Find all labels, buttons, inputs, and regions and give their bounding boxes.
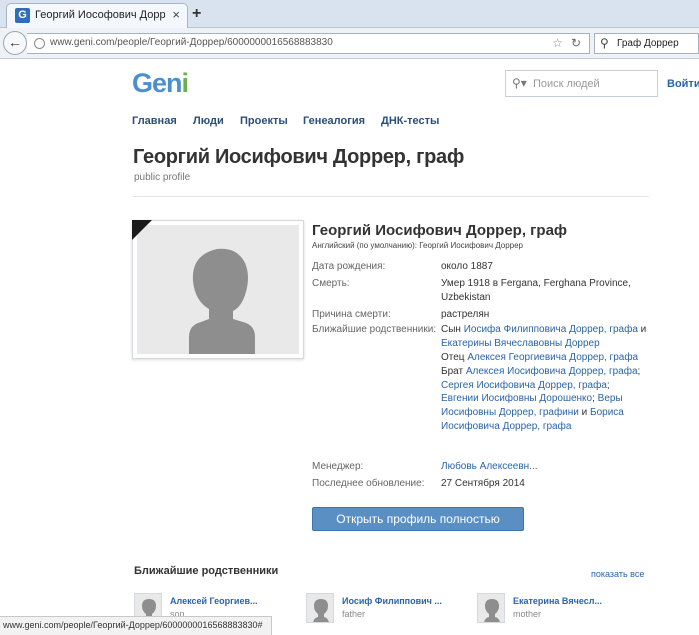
page-title: Георгий Иосифович Доррер, граф: [133, 146, 465, 168]
site-search-input[interactable]: ⚲▾ Поиск людей: [505, 70, 658, 97]
son-link[interactable]: Алексея Георгиевича Доррер, графа: [467, 352, 638, 363]
nav-people[interactable]: Люди: [193, 115, 224, 127]
manager-label: Менеджер:: [312, 461, 364, 472]
text-brother-of: Брат: [441, 366, 466, 377]
silhouette-icon: [477, 593, 505, 623]
father-link[interactable]: Иосифа Филипповича Доррер, графа: [464, 324, 638, 335]
cause-label: Причина смерти:: [312, 309, 391, 320]
profile-name: Георгий Иосифович Доррер, граф: [312, 222, 568, 239]
relatives-line-3: Отец Алексея Георгиевича Доррер, графа: [441, 352, 638, 363]
status-bar-url: www.geni.com/people/Георгий-Доррер/60000…: [0, 616, 272, 635]
relatives-line-5: Сергея Иосифовича Доррер, графа;: [441, 380, 610, 391]
profile-photo[interactable]: [132, 220, 304, 359]
star-icon[interactable]: ☆: [552, 36, 563, 50]
text-separator: ;: [606, 380, 610, 391]
geni-favicon-icon: G: [15, 8, 30, 23]
relatives-line-7: Иосифовны Доррер, графини и Бориса: [441, 407, 624, 418]
browser-navbar: ← www.geni.com/people/Георгий-Доррер/600…: [0, 28, 699, 59]
birth-value: около 1887: [441, 261, 493, 272]
brother-link-boris-part2[interactable]: Иосифовича Доррер, графа: [441, 421, 571, 432]
relatives-line-4: Брат Алексея Иосифовича Доррер, графа;: [441, 366, 640, 377]
browser-search-field[interactable]: ⚲ Граф Доррер: [594, 33, 699, 54]
divider: [133, 196, 649, 197]
brother-link-boris-part1[interactable]: Бориса: [590, 407, 624, 418]
relatives-line-6: Евгении Иосифовны Дорошенко; Веры: [441, 393, 623, 404]
browser-tab-strip: G Георгий Иософович Доррер... × +: [0, 0, 699, 28]
nav-projects[interactable]: Проекты: [240, 115, 288, 127]
brother-link-sergey[interactable]: Сергея Иосифовича Доррер, графа: [441, 380, 607, 391]
relative-role: father: [342, 609, 366, 619]
relative-name[interactable]: Алексей Георгиев...: [170, 596, 258, 606]
relatives-line-8: Иосифовича Доррер, графа: [441, 421, 571, 432]
text-father-of: Отец: [441, 352, 468, 363]
silhouette-icon: [137, 225, 299, 354]
sister-link-evgenia[interactable]: Евгении Иосифовны Дорошенко: [441, 393, 592, 404]
brother-link-alexey[interactable]: Алексея Иосифовича Доррер, графа: [466, 366, 638, 377]
new-tab-icon[interactable]: +: [192, 5, 201, 23]
relative-role: mother: [513, 609, 542, 619]
birth-label: Дата рождения:: [312, 261, 386, 272]
relatives-line-2: Екатерины Вячеславовны Доррер: [441, 338, 600, 349]
relative-card[interactable]: Иосиф Филиппович ... father: [306, 593, 456, 623]
browser-tab[interactable]: G Георгий Иософович Доррер... ×: [6, 3, 188, 28]
text-son-of: Сын: [441, 324, 464, 335]
relative-card[interactable]: Екатерина Вячесл... mother: [477, 593, 627, 623]
reload-icon[interactable]: ↻: [571, 36, 581, 50]
relatives-line-1: Сын Иосифа Филипповича Доррер, графа и: [441, 324, 646, 335]
cause-value: растрелян: [441, 309, 490, 320]
death-label: Смерть:: [312, 278, 350, 289]
login-link[interactable]: Войти: [667, 78, 699, 90]
globe-icon: [34, 38, 45, 49]
mother-link[interactable]: Екатерины Вячеславовны Доррер: [441, 338, 600, 349]
logo-text-accent: i: [181, 68, 189, 98]
browser-search-value: Граф Доррер: [617, 38, 679, 49]
manager-link[interactable]: Любовь Алексеевн...: [441, 461, 538, 472]
search-icon: ⚲: [600, 36, 609, 50]
back-arrow-icon[interactable]: ←: [3, 31, 27, 55]
page-subtitle: public profile: [134, 172, 191, 183]
relative-name[interactable]: Екатерина Вячесл...: [513, 596, 602, 606]
updated-label: Последнее обновление:: [312, 478, 425, 489]
tab-title: Георгий Иософович Доррер...: [35, 9, 165, 21]
close-icon[interactable]: ×: [172, 7, 180, 22]
nav-home[interactable]: Главная: [132, 115, 177, 127]
text-separator: ;: [637, 366, 641, 377]
geni-logo[interactable]: Geni: [132, 68, 189, 99]
sister-link-vera-part2[interactable]: Иосифовны Доррер, графини: [441, 407, 579, 418]
open-full-profile-button[interactable]: Открыть профиль полностью: [312, 507, 524, 531]
text-and: и: [637, 324, 647, 335]
silhouette-icon: [306, 593, 334, 623]
mourning-ribbon-icon: [132, 220, 152, 240]
text-and: и: [578, 407, 591, 418]
relative-name[interactable]: Иосиф Филиппович ...: [342, 596, 442, 606]
death-value-line1: Умер 1918 в Fergana, Ferghana Province,: [441, 278, 631, 289]
nav-dna-tests[interactable]: ДНК-тесты: [381, 115, 439, 127]
sister-link-vera-part1[interactable]: Веры: [598, 393, 623, 404]
search-icon: ⚲▾: [512, 76, 527, 90]
logo-text-main: Gen: [132, 68, 183, 98]
address-bar[interactable]: www.geni.com/people/Георгий-Доррер/60000…: [27, 33, 590, 54]
death-value-line2: Uzbekistan: [441, 292, 491, 303]
relatives-section-title: Ближайшие родственники: [134, 565, 279, 577]
relatives-label: Ближайшие родственники:: [312, 324, 437, 335]
nav-genealogy[interactable]: Генеалогия: [303, 115, 365, 127]
url-text: www.geni.com/people/Георгий-Доррер/60000…: [50, 37, 333, 48]
show-all-link[interactable]: показать все: [591, 569, 644, 579]
updated-value: 27 Сентября 2014: [441, 478, 525, 489]
site-search-placeholder: Поиск людей: [533, 78, 600, 90]
profile-name-english: Английский (по умолчанию): Георгий Иосиф…: [312, 241, 524, 250]
